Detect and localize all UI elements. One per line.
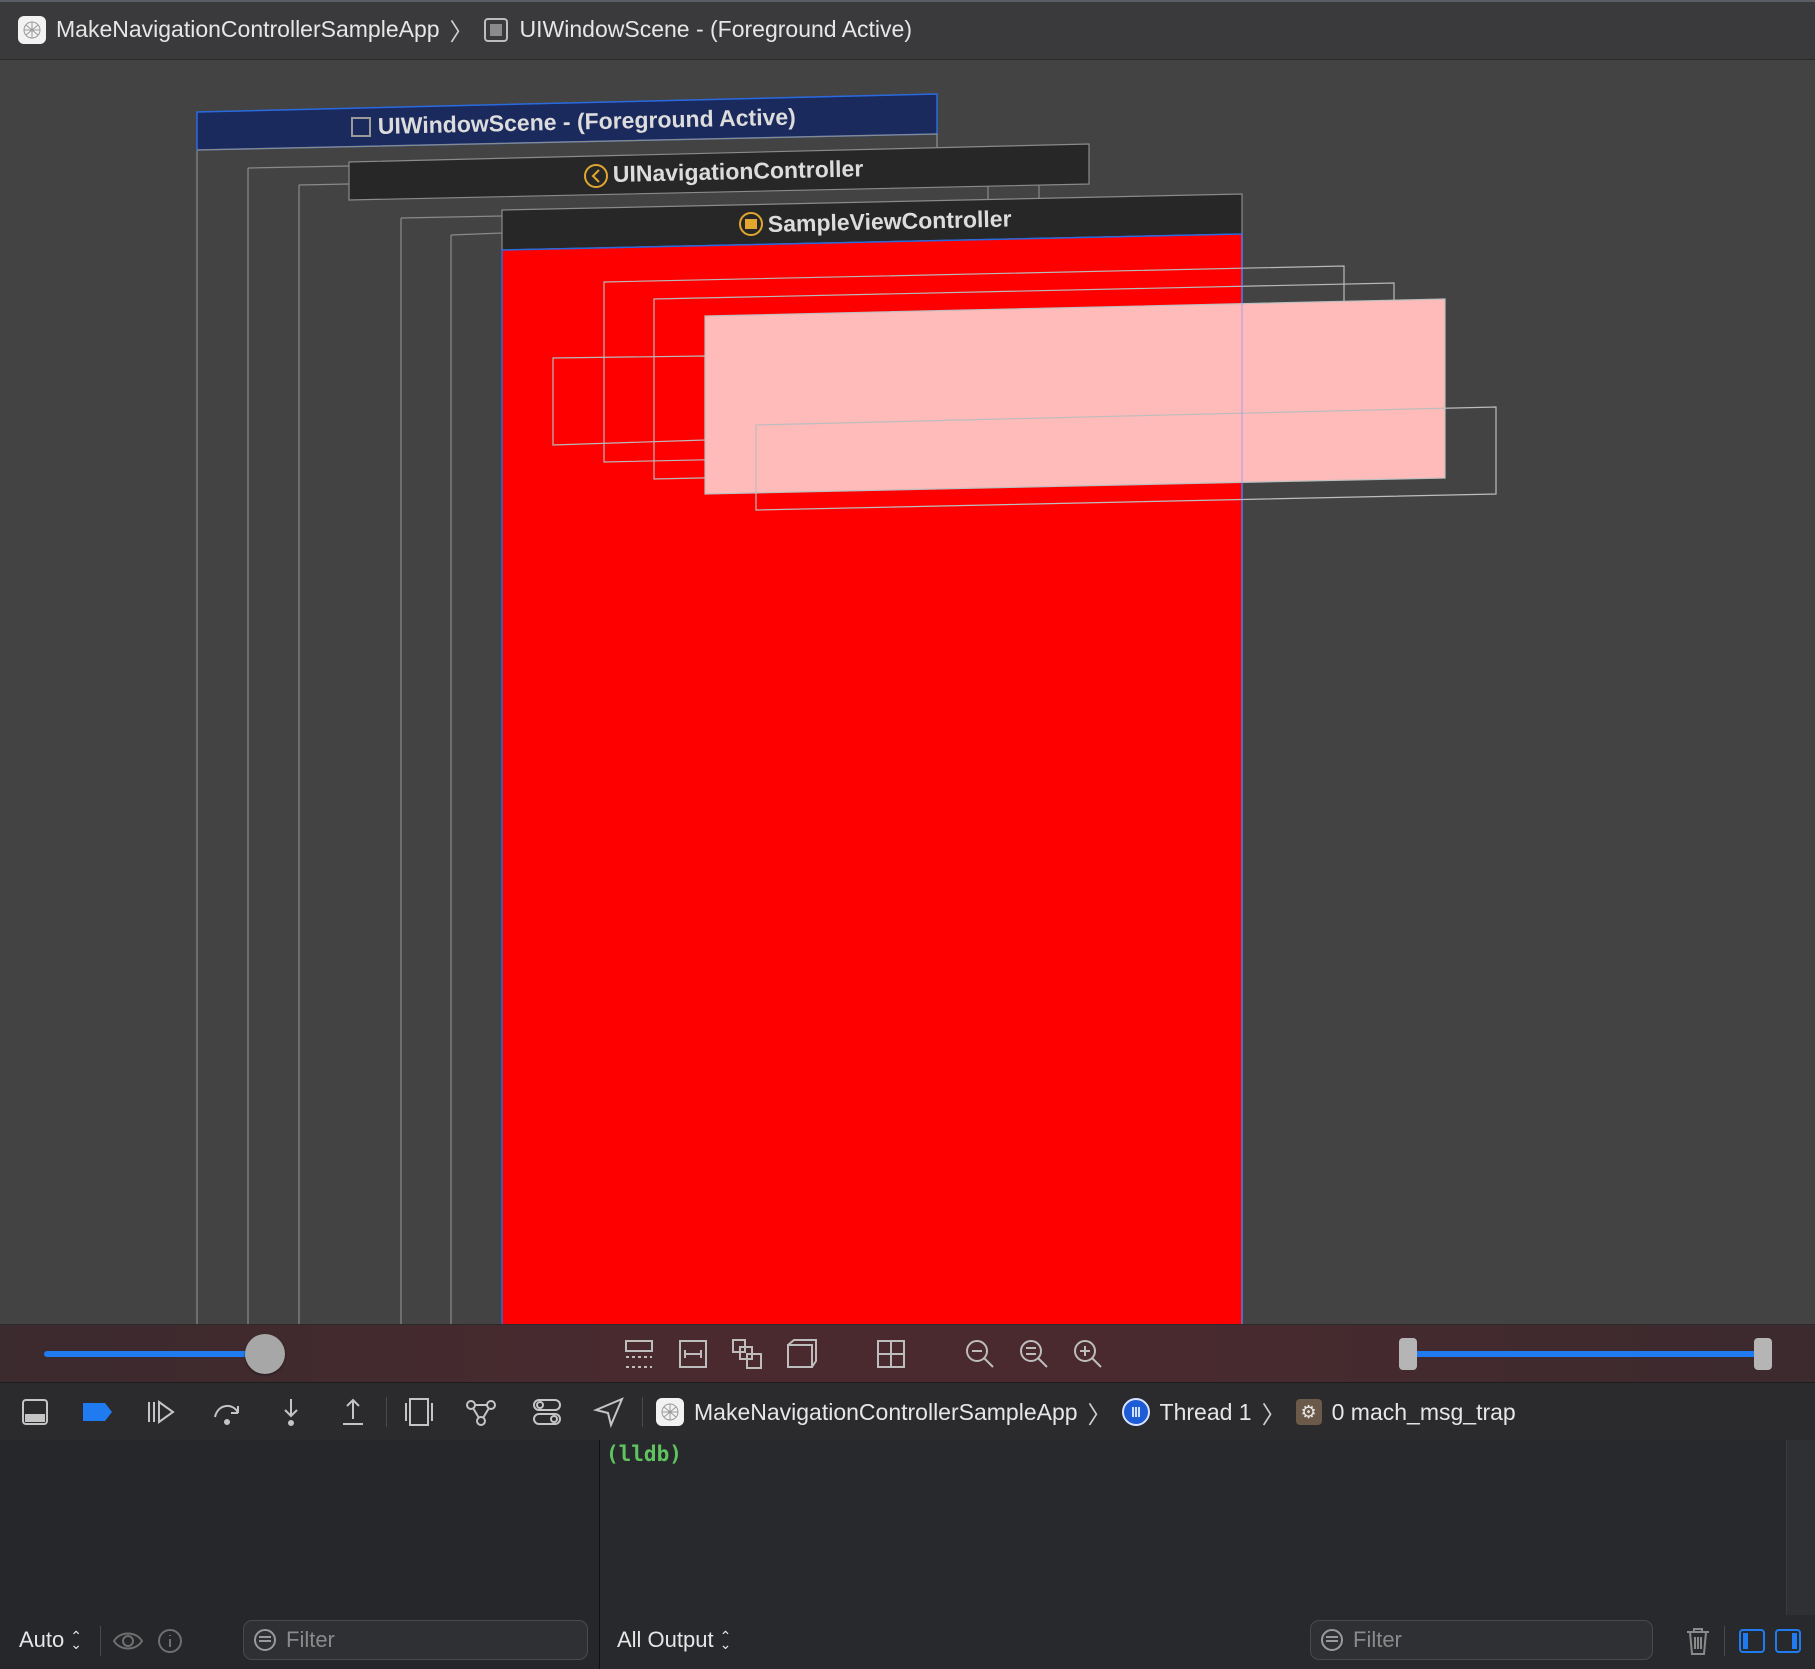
- app-icon: [656, 1398, 684, 1426]
- show-variables-view-icon[interactable]: [1738, 1628, 1766, 1654]
- variables-filter-placeholder: Filter: [286, 1627, 335, 1652]
- console-filter-placeholder: Filter: [1353, 1627, 1402, 1652]
- app-icon: [18, 15, 46, 44]
- continue-icon[interactable]: [144, 1395, 178, 1429]
- thread-icon: [1121, 1398, 1150, 1426]
- layer-spacing-track[interactable]: [44, 1351, 265, 1357]
- chevron-right-icon: 〉: [1261, 1401, 1286, 1429]
- window-scene-icon: [483, 17, 508, 42]
- debug-toolbar: MakeNavigationControllerSampleApp 〉 Thre…: [0, 1382, 1815, 1442]
- filter-icon: [254, 1629, 276, 1651]
- chevron-right-icon: 〉: [449, 19, 474, 46]
- variables-filter[interactable]: Filter: [243, 1620, 588, 1660]
- toolbar-separator: [642, 1397, 643, 1427]
- step-into-icon[interactable]: [274, 1395, 308, 1429]
- console-filter[interactable]: Filter: [1310, 1620, 1653, 1660]
- separator: [100, 1626, 101, 1656]
- debug-memory-graph-icon[interactable]: [464, 1395, 498, 1429]
- trash-icon[interactable]: [1684, 1626, 1712, 1656]
- range-slider-high-handle[interactable]: [1754, 1338, 1772, 1370]
- step-over-icon[interactable]: [210, 1395, 244, 1429]
- info-icon[interactable]: [157, 1628, 183, 1654]
- zoom-out-icon[interactable]: [963, 1337, 997, 1371]
- view-controller-title: SampleViewController: [768, 205, 1012, 237]
- show-console-view-icon[interactable]: [1774, 1628, 1802, 1654]
- scope-selector[interactable]: Auto ⌃ ⌄: [19, 1627, 82, 1653]
- output-selector-label: All Output: [617, 1627, 714, 1652]
- hide-debug-area-icon[interactable]: [18, 1395, 52, 1429]
- zoom-actual-size-icon[interactable]: [1017, 1337, 1051, 1371]
- clip-content-icon[interactable]: [622, 1337, 656, 1371]
- simulate-location-icon[interactable]: [592, 1395, 626, 1429]
- pink-subview[interactable]: [704, 298, 1446, 495]
- step-out-icon[interactable]: [336, 1395, 370, 1429]
- grid-view-icon[interactable]: [874, 1337, 908, 1371]
- back-chevron-icon: [584, 164, 608, 188]
- separator: [1724, 1626, 1725, 1656]
- view-hierarchy-canvas[interactable]: UIWindowScene - (Foreground Active) UINa…: [0, 60, 1815, 1324]
- range-slider-track[interactable]: [1408, 1351, 1763, 1357]
- window-scene-layer[interactable]: UIWindowScene - (Foreground Active): [196, 93, 938, 151]
- console-scrollbar[interactable]: [1786, 1440, 1815, 1615]
- debug-breadcrumb: MakeNavigationControllerSampleApp 〉 Thre…: [656, 1383, 1516, 1441]
- range-slider-low-handle[interactable]: [1399, 1338, 1417, 1370]
- filter-icon: [1321, 1629, 1343, 1651]
- thread-crumb[interactable]: Thread 1: [1160, 1399, 1252, 1426]
- lldb-prompt[interactable]: (lldb): [606, 1442, 682, 1466]
- show-hidden-views-icon[interactable]: [730, 1337, 764, 1371]
- output-selector[interactable]: All Output ⌃ ⌄: [617, 1627, 731, 1653]
- jump-bar: MakeNavigationControllerSampleApp 〉 UIWi…: [0, 0, 1815, 60]
- chevron-right-icon: 〉: [1087, 1401, 1112, 1429]
- breadcrumb-app[interactable]: MakeNavigationControllerSampleApp: [18, 15, 440, 44]
- stack-frame-crumb[interactable]: 0 mach_msg_trap: [1332, 1399, 1516, 1426]
- environment-overrides-icon[interactable]: [530, 1395, 564, 1429]
- debug-view-hierarchy-icon[interactable]: [402, 1395, 436, 1429]
- updown-chevron-icon: ⌃ ⌄: [70, 1628, 82, 1652]
- layer-spacing-knob[interactable]: [244, 1334, 285, 1374]
- updown-chevron-icon: ⌃ ⌄: [719, 1628, 732, 1652]
- breadcrumb-scene[interactable]: UIWindowScene - (Foreground Active): [483, 16, 912, 43]
- zoom-in-icon[interactable]: [1071, 1337, 1105, 1371]
- show-constraints-icon[interactable]: [676, 1337, 710, 1371]
- toolbar-separator: [386, 1397, 387, 1427]
- breadcrumb-app-label: MakeNavigationControllerSampleApp: [56, 16, 440, 42]
- gear-icon: ⚙: [1295, 1399, 1322, 1425]
- window-top-edge: [0, 0, 1815, 2]
- eye-icon[interactable]: [112, 1628, 144, 1654]
- canvas-controls: [0, 1324, 1815, 1383]
- breadcrumb-scene-label: UIWindowScene - (Foreground Active): [519, 16, 912, 42]
- breakpoints-toggle-icon[interactable]: [80, 1395, 114, 1429]
- orient-3d-icon[interactable]: [784, 1337, 818, 1371]
- navigation-controller-layer[interactable]: UINavigationController: [348, 143, 1090, 201]
- scope-selector-label: Auto: [19, 1627, 65, 1652]
- debug-app-crumb[interactable]: MakeNavigationControllerSampleApp: [694, 1399, 1078, 1426]
